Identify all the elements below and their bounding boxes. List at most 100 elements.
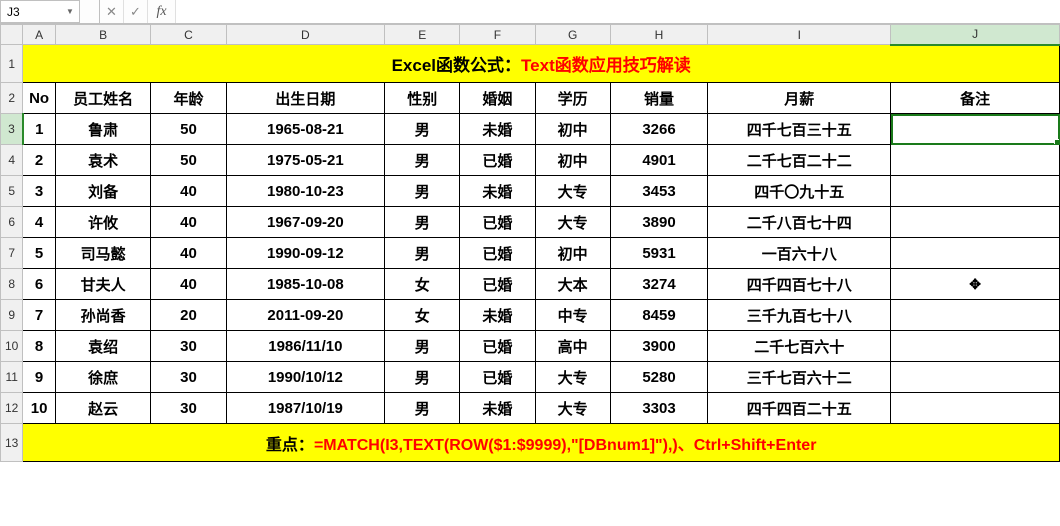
table-cell[interactable]: 男 [385, 176, 460, 207]
table-cell[interactable]: 40 [151, 238, 226, 269]
table-cell[interactable]: 1985-10-08 [226, 269, 385, 300]
table-cell[interactable]: 未婚 [460, 114, 535, 145]
row-header-8[interactable]: 8 [1, 269, 23, 300]
hdr-sex[interactable]: 性别 [385, 83, 460, 114]
row-header-5[interactable]: 5 [1, 176, 23, 207]
title-cell[interactable]: Excel函数公式：Text函数应用技巧解读 [23, 45, 1060, 83]
selected-cell-J3[interactable] [891, 114, 1060, 145]
table-cell[interactable]: 1965-08-21 [226, 114, 385, 145]
table-cell[interactable]: 司马懿 [55, 238, 151, 269]
col-header-A[interactable]: A [23, 25, 56, 45]
table-cell[interactable]: 二千七百六十 [708, 331, 891, 362]
table-cell[interactable] [891, 238, 1060, 269]
fx-button[interactable]: fx [148, 0, 176, 23]
table-cell[interactable]: 已婚 [460, 238, 535, 269]
table-cell[interactable]: 四千四百二十五 [708, 393, 891, 424]
col-header-H[interactable]: H [610, 25, 708, 45]
table-cell[interactable]: 30 [151, 362, 226, 393]
table-cell[interactable]: 四千〇九十五 [708, 176, 891, 207]
table-cell[interactable]: 3453 [610, 176, 708, 207]
table-cell[interactable]: 3 [23, 176, 56, 207]
table-cell[interactable]: 男 [385, 362, 460, 393]
table-cell[interactable]: 初中 [535, 114, 610, 145]
table-cell[interactable]: 二千八百七十四 [708, 207, 891, 238]
hdr-mar[interactable]: 婚姻 [460, 83, 535, 114]
table-cell[interactable]: 1990/10/12 [226, 362, 385, 393]
hdr-no[interactable]: No [23, 83, 56, 114]
col-header-C[interactable]: C [151, 25, 226, 45]
table-cell[interactable]: 已婚 [460, 269, 535, 300]
name-box[interactable]: J3 ▼ [0, 0, 80, 23]
hdr-note[interactable]: 备注 [891, 83, 1060, 114]
footer-cell[interactable]: 重点：=MATCH(I3,TEXT(ROW($1:$9999),"[DBnum1… [23, 424, 1060, 462]
col-header-E[interactable]: E [385, 25, 460, 45]
table-cell[interactable]: 40 [151, 269, 226, 300]
table-cell[interactable] [891, 331, 1060, 362]
row-header-6[interactable]: 6 [1, 207, 23, 238]
table-cell[interactable]: 3890 [610, 207, 708, 238]
name-box-dropdown-icon[interactable]: ▼ [63, 2, 77, 22]
table-cell[interactable]: 一百六十八 [708, 238, 891, 269]
table-cell[interactable]: 男 [385, 114, 460, 145]
table-cell[interactable] [891, 145, 1060, 176]
table-cell[interactable] [891, 176, 1060, 207]
table-cell[interactable]: 40 [151, 176, 226, 207]
table-cell[interactable]: 大本 [535, 269, 610, 300]
table-cell[interactable]: 30 [151, 393, 226, 424]
row-header-12[interactable]: 12 [1, 393, 23, 424]
table-cell[interactable]: 二千七百二十二 [708, 145, 891, 176]
table-cell[interactable]: 鲁肃 [55, 114, 151, 145]
row-header-4[interactable]: 4 [1, 145, 23, 176]
table-cell[interactable]: 初中 [535, 238, 610, 269]
table-cell[interactable]: 未婚 [460, 393, 535, 424]
col-header-I[interactable]: I [708, 25, 891, 45]
table-cell[interactable]: 3900 [610, 331, 708, 362]
hdr-sales[interactable]: 销量 [610, 83, 708, 114]
table-cell[interactable]: 4901 [610, 145, 708, 176]
table-cell[interactable]: 四千七百三十五 [708, 114, 891, 145]
table-cell[interactable]: 袁绍 [55, 331, 151, 362]
confirm-button[interactable]: ✓ [124, 0, 148, 23]
col-header-J[interactable]: J [891, 25, 1060, 45]
table-cell[interactable]: 大专 [535, 207, 610, 238]
cancel-button[interactable]: ✕ [100, 0, 124, 23]
col-header-B[interactable]: B [55, 25, 151, 45]
table-cell[interactable]: 许攸 [55, 207, 151, 238]
table-cell[interactable]: 1967-09-20 [226, 207, 385, 238]
table-cell[interactable]: 20 [151, 300, 226, 331]
table-cell[interactable]: ✥ [891, 269, 1060, 300]
row-header-7[interactable]: 7 [1, 238, 23, 269]
table-cell[interactable]: 高中 [535, 331, 610, 362]
table-cell[interactable]: 2 [23, 145, 56, 176]
table-cell[interactable]: 男 [385, 238, 460, 269]
hdr-salary[interactable]: 月薪 [708, 83, 891, 114]
col-header-D[interactable]: D [226, 25, 385, 45]
table-cell[interactable]: 男 [385, 393, 460, 424]
hdr-edu[interactable]: 学历 [535, 83, 610, 114]
row-header-2[interactable]: 2 [1, 83, 23, 114]
hdr-name[interactable]: 员工姓名 [55, 83, 151, 114]
table-cell[interactable]: 1987/10/19 [226, 393, 385, 424]
table-cell[interactable] [891, 300, 1060, 331]
table-cell[interactable]: 1980-10-23 [226, 176, 385, 207]
table-cell[interactable]: 三千七百六十二 [708, 362, 891, 393]
table-cell[interactable]: 已婚 [460, 331, 535, 362]
table-cell[interactable]: 8459 [610, 300, 708, 331]
table-cell[interactable]: 女 [385, 300, 460, 331]
hdr-age[interactable]: 年龄 [151, 83, 226, 114]
table-cell[interactable]: 赵云 [55, 393, 151, 424]
table-cell[interactable]: 50 [151, 114, 226, 145]
table-cell[interactable]: 30 [151, 331, 226, 362]
table-cell[interactable]: 四千四百七十八 [708, 269, 891, 300]
table-cell[interactable]: 已婚 [460, 207, 535, 238]
table-cell[interactable]: 三千九百七十八 [708, 300, 891, 331]
table-cell[interactable]: 3266 [610, 114, 708, 145]
spreadsheet-grid[interactable]: A B C D E F G H I J 1 Excel函数公式：Text函数应用… [0, 24, 1060, 526]
table-cell[interactable]: 2011-09-20 [226, 300, 385, 331]
table-cell[interactable]: 3303 [610, 393, 708, 424]
table-cell[interactable] [891, 207, 1060, 238]
table-cell[interactable]: 1986/11/10 [226, 331, 385, 362]
table-cell[interactable]: 已婚 [460, 145, 535, 176]
formula-input[interactable] [176, 0, 1060, 23]
table-cell[interactable]: 7 [23, 300, 56, 331]
